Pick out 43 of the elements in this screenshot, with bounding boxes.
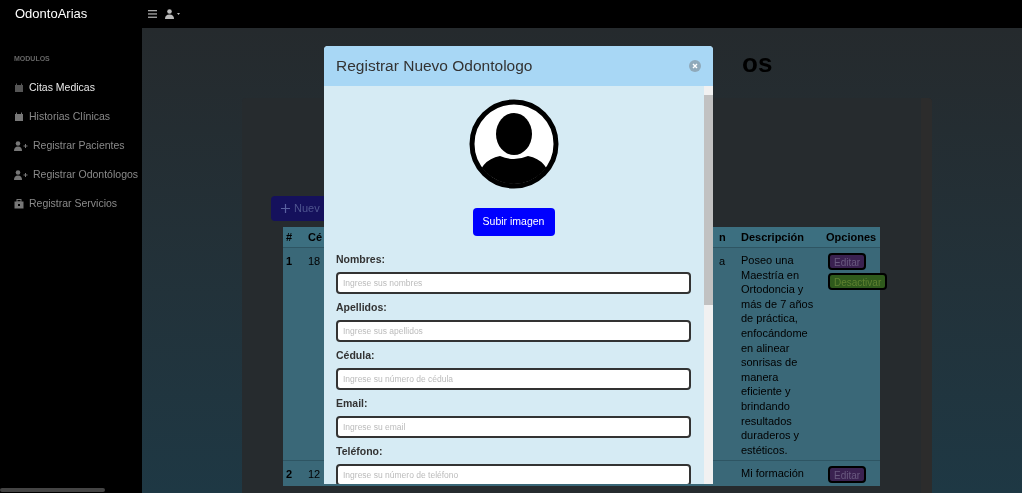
field-label: Teléfono:	[336, 444, 384, 460]
calendar-icon	[14, 83, 24, 93]
user-plus-icon	[14, 141, 28, 151]
input-field[interactable]: Ingrese su email	[336, 416, 691, 438]
calendar-icon	[14, 112, 24, 122]
field-label: Nombres:	[336, 252, 386, 268]
input-field[interactable]: Ingrese su número de cédula	[336, 368, 691, 390]
user-icon[interactable]	[165, 9, 181, 19]
column-header: #	[285, 229, 294, 245]
modal-title: Registrar Nuevo Odontologo	[336, 56, 533, 77]
upload-image-button[interactable]: Subir imagen	[472, 208, 555, 236]
brand-name[interactable]: OdontoArias	[0, 4, 142, 24]
sidebar-item[interactable]: Registrar Odontólogos	[0, 165, 142, 185]
scrollbar[interactable]	[921, 98, 932, 493]
briefcase-icon	[14, 199, 24, 209]
field-label: Email:	[336, 396, 369, 412]
table-cell-text: Poseo una Maestría en Ortodoncia y más de 7 años de práctica, enfocándome en alinear sonrisas de manera eficiente y brindando resultados duraderos y estéticos.	[740, 253, 814, 458]
menu-icon[interactable]	[148, 10, 157, 18]
scrollbar[interactable]	[0, 488, 105, 492]
sidebar-item[interactable]: Historias Clínicas	[0, 107, 142, 127]
sidebar-item[interactable]: Registrar Pacientes	[0, 136, 142, 156]
input-field[interactable]: Ingrese sus apellidos	[336, 320, 691, 342]
sidebar-item[interactable]: Citas Medicas	[0, 78, 142, 98]
user-plus-icon	[14, 170, 28, 180]
field-label: Apellidos:	[336, 300, 388, 316]
table-cell-text: 2	[285, 467, 294, 483]
avatar-icon	[467, 98, 560, 190]
input-field[interactable]: Ingrese su número de teléfono	[336, 464, 691, 484]
table-cell-text: 12	[307, 467, 322, 483]
sidebar-item[interactable]: Registrar Servicios	[0, 194, 142, 214]
input-field[interactable]: Ingrese sus nombres	[336, 272, 691, 294]
table-cell-text: Mi formación	[740, 466, 805, 482]
plus-icon	[281, 204, 290, 213]
close-icon[interactable]	[689, 60, 701, 72]
column-header: n	[718, 229, 727, 245]
field-label: Cédula:	[336, 348, 376, 364]
column-header: Opciones	[825, 229, 878, 245]
table-cell-text: 1	[285, 254, 294, 269]
column-header: Cé	[307, 229, 324, 245]
column-header: Descripción	[740, 229, 805, 245]
table-cell-text: 18	[307, 254, 322, 269]
scrollbar[interactable]	[704, 86, 713, 484]
table-cell-text: a	[718, 254, 727, 269]
